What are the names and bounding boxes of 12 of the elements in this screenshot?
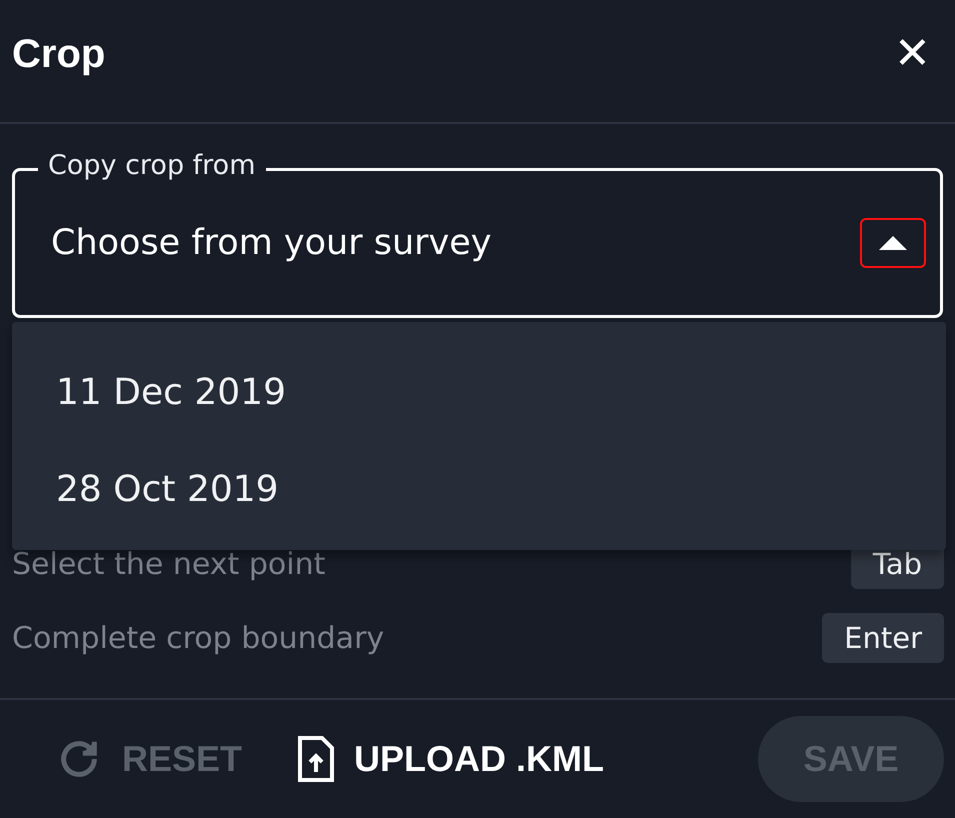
select-value: Choose from your survey xyxy=(51,223,492,263)
caret-icon xyxy=(879,236,907,250)
caret-button[interactable] xyxy=(860,218,926,268)
menu-option[interactable]: 28 Oct 2019 xyxy=(12,441,946,538)
menu-option[interactable]: 11 Dec 2019 xyxy=(12,344,946,441)
file-upload-icon xyxy=(298,736,334,782)
close-button[interactable]: ✕ xyxy=(894,32,931,76)
panel-title: Crop xyxy=(12,32,106,76)
key-badge: Enter xyxy=(822,613,944,663)
shortcut-label: Select the next point xyxy=(12,546,326,582)
upload-button[interactable]: UPLOAD .KML xyxy=(298,736,604,782)
shortcut-label: Complete crop boundary xyxy=(12,620,384,656)
